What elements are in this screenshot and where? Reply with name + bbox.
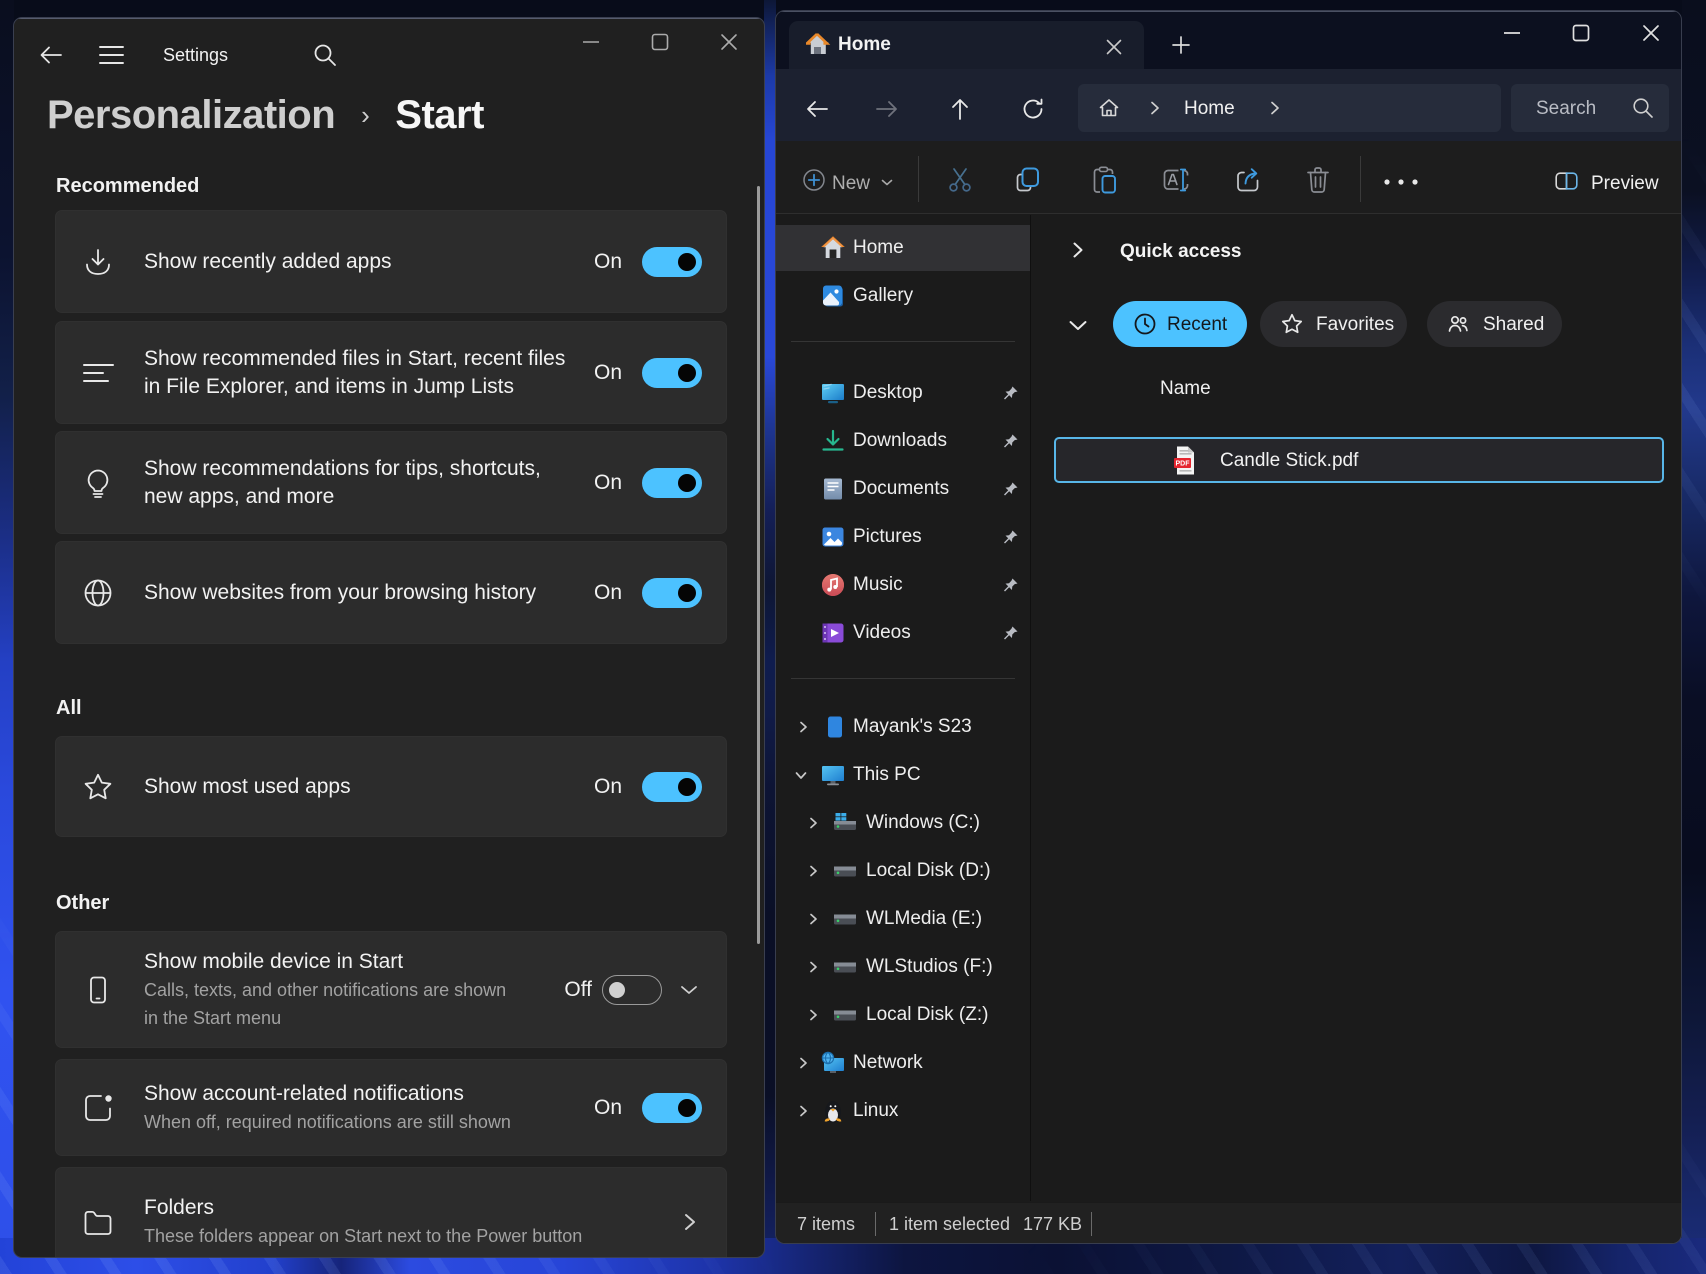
svg-text:PDF: PDF: [1176, 461, 1191, 468]
